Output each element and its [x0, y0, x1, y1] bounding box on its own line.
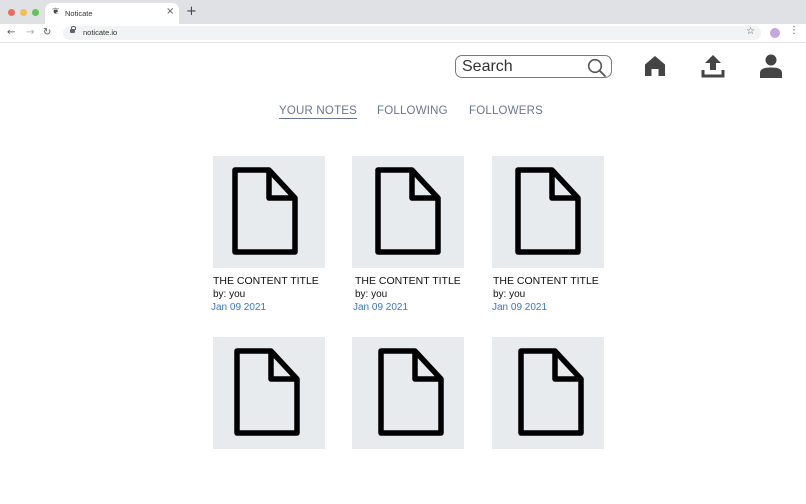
window-maximize-button[interactable]: [32, 9, 39, 16]
document-icon: [232, 167, 298, 255]
address-bar[interactable]: noticate.io ☆: [63, 26, 761, 40]
tab-your-notes[interactable]: YOUR NOTES: [279, 105, 358, 119]
note-date: Jan 09 2021: [492, 302, 548, 313]
note-title[interactable]: THE CONTENT TITLE: [493, 275, 599, 287]
document-icon: [515, 167, 581, 255]
search-icon[interactable]: [587, 58, 607, 78]
new-tab-icon[interactable]: +: [186, 5, 197, 19]
user-icon[interactable]: [760, 54, 782, 78]
document-icon: [378, 348, 444, 436]
search-box[interactable]: [455, 55, 612, 78]
profile-avatar[interactable]: [770, 28, 780, 38]
reload-icon[interactable]: ↻: [43, 26, 51, 40]
note-thumbnail[interactable]: [492, 156, 604, 268]
back-icon[interactable]: ←: [7, 26, 15, 40]
browser-menu-icon[interactable]: ⋮: [789, 25, 799, 36]
note-author: by: you: [493, 289, 526, 300]
favicon-icon: ❦: [52, 7, 60, 17]
forward-icon[interactable]: →: [26, 26, 34, 40]
note-thumbnail[interactable]: [492, 337, 604, 449]
note-thumbnail[interactable]: [352, 156, 464, 268]
lock-icon: [70, 26, 76, 33]
note-thumbnail[interactable]: [213, 337, 325, 449]
document-icon: [518, 348, 584, 436]
tab-title: Noticate: [65, 9, 93, 18]
note-title[interactable]: THE CONTENT TITLE: [355, 275, 461, 287]
browser-toolbar: ← → ↻ noticate.io ☆ ⋮: [0, 24, 806, 43]
note-thumbnail[interactable]: [213, 156, 325, 268]
upload-icon[interactable]: [701, 53, 725, 78]
home-icon[interactable]: [643, 54, 667, 78]
note-thumbnail[interactable]: [352, 337, 464, 449]
tab-following[interactable]: FOLLOWING: [377, 105, 448, 117]
document-icon: [234, 348, 300, 436]
note-author: by: you: [355, 289, 388, 300]
tab-close-icon[interactable]: ×: [166, 6, 174, 17]
window-close-button[interactable]: [8, 9, 15, 16]
tab-followers[interactable]: FOLLOWERS: [469, 105, 543, 117]
browser-tab[interactable]: ❦ Noticate ×: [45, 3, 179, 24]
bookmark-star-icon[interactable]: ☆: [746, 26, 755, 37]
url-text[interactable]: noticate.io: [83, 28, 117, 37]
search-input[interactable]: [462, 58, 582, 76]
note-date: Jan 09 2021: [211, 302, 267, 313]
note-author: by: you: [213, 289, 246, 300]
note-date: Jan 09 2021: [353, 302, 409, 313]
browser-tab-bar: ❦ Noticate × +: [0, 0, 806, 24]
note-title[interactable]: THE CONTENT TITLE: [213, 275, 319, 287]
window-minimize-button[interactable]: [20, 9, 27, 16]
document-icon: [375, 167, 441, 255]
